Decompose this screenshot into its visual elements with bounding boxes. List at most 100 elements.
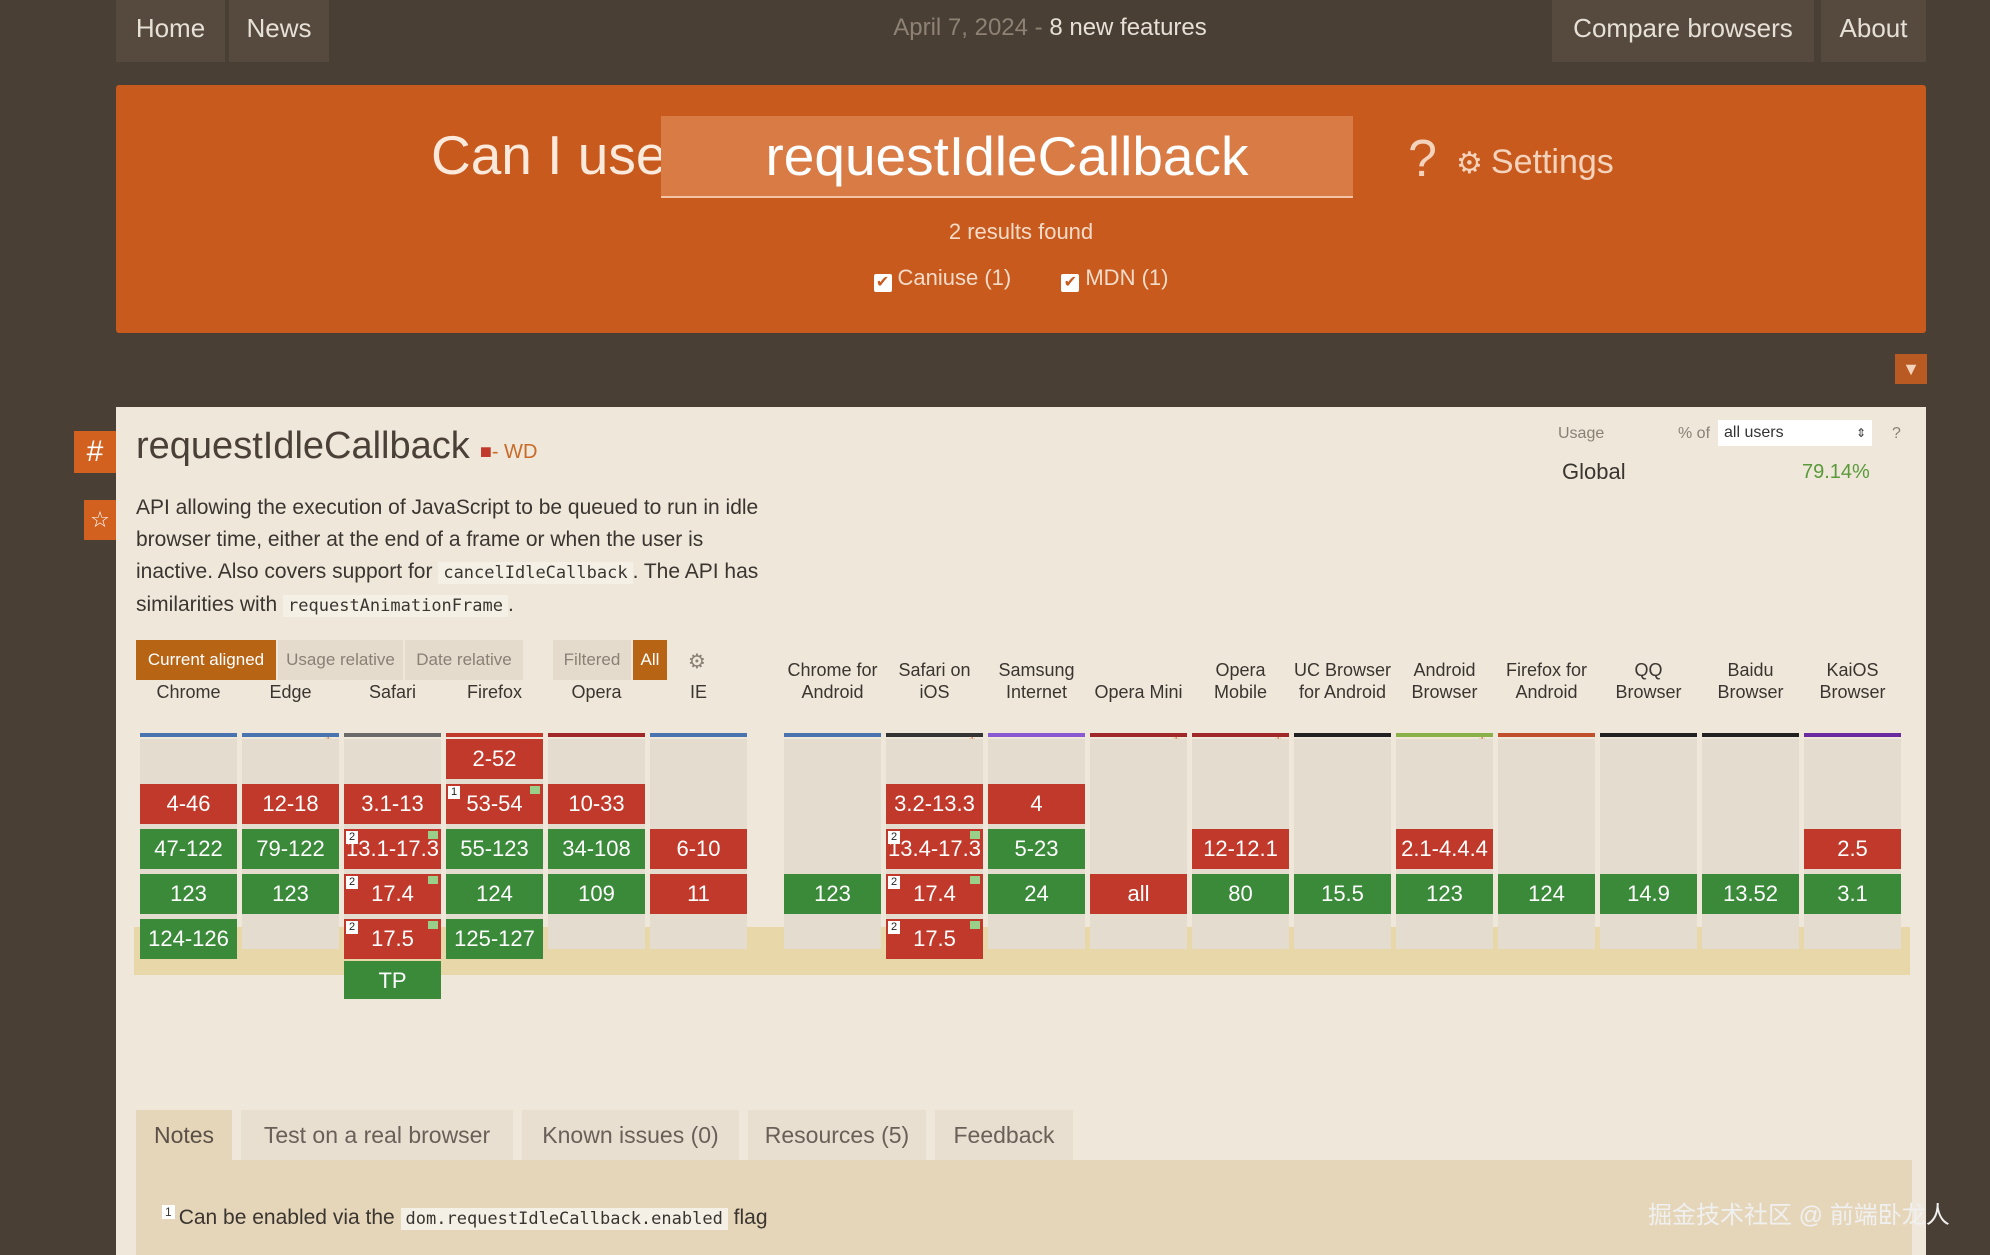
support-cell-unsupported[interactable]: 13.4-17.3 2 xyxy=(886,829,983,869)
browser-name[interactable]: Samsung Internet xyxy=(988,659,1085,703)
browser-name[interactable]: Chrome xyxy=(140,681,237,703)
tab-resources[interactable]: Resources (5) xyxy=(748,1110,926,1160)
support-cell-supported[interactable]: 47-122 xyxy=(140,829,237,869)
filtered-button[interactable]: Filtered xyxy=(553,640,631,680)
usage-label: Usage xyxy=(1558,425,1605,442)
nav-home[interactable]: Home xyxy=(116,0,225,62)
browser-name[interactable]: Android Browser xyxy=(1396,659,1493,703)
spec-status[interactable]: - WD xyxy=(492,441,538,463)
nav-announcement[interactable]: April 7, 2024 - 8 new features xyxy=(700,0,1400,56)
support-cell-supported[interactable]: 24 xyxy=(988,874,1085,914)
support-cell-unsupported[interactable]: 53-54 1 xyxy=(446,784,543,824)
tab-known-issues[interactable]: Known issues (0) xyxy=(522,1110,739,1160)
support-cell-unsupported[interactable]: 13.1-17.3 2 xyxy=(344,829,441,869)
support-cell-unsupported[interactable]: 11 xyxy=(650,874,747,914)
browser-name[interactable]: Safari xyxy=(344,681,441,703)
browser-name[interactable]: Opera Mobile xyxy=(1192,659,1289,703)
support-cell-supported[interactable]: 123 xyxy=(784,874,881,914)
support-cell-supported[interactable]: 14.9 xyxy=(1600,874,1697,914)
tab-notes[interactable]: Notes xyxy=(136,1110,232,1160)
filter-caniuse-checkbox[interactable]: ✔ Caniuse (1) xyxy=(873,265,1011,292)
support-cell-supported[interactable]: 13.52 xyxy=(1702,874,1799,914)
support-cell-unsupported[interactable]: 17.5 2 xyxy=(344,919,441,959)
browser-name[interactable]: UC Browser for Android xyxy=(1294,659,1391,703)
filter-icon[interactable]: ▼ xyxy=(1895,354,1927,384)
current-aligned-button[interactable]: Current aligned xyxy=(136,640,276,680)
support-cell-supported[interactable]: 123 xyxy=(242,874,339,914)
tab-test-real-browser[interactable]: Test on a real browser xyxy=(241,1110,513,1160)
support-cell-supported[interactable]: 123 xyxy=(1396,874,1493,914)
support-cell-unsupported[interactable]: 3.2-13.3 xyxy=(886,784,983,824)
note-number: 1 xyxy=(162,1205,175,1219)
browser-name[interactable]: IE xyxy=(650,681,747,703)
flag-icon xyxy=(428,876,438,884)
usage-relative-button[interactable]: Usage relative xyxy=(278,640,403,680)
browser-color-bar xyxy=(1702,733,1799,737)
browser-name[interactable]: Safari on iOS xyxy=(886,659,983,703)
usage-pct-of: % of xyxy=(1678,425,1711,442)
support-cell-supported[interactable]: TP xyxy=(344,961,441,999)
usage-user-select[interactable]: all users ⇕ xyxy=(1718,420,1872,446)
nav-news[interactable]: News xyxy=(229,0,329,62)
browser-name[interactable]: Firefox for Android xyxy=(1498,659,1595,703)
support-cell-unsupported[interactable]: 2.5 xyxy=(1804,829,1901,869)
browser-name[interactable]: Opera xyxy=(548,681,645,703)
browser-name[interactable]: Baidu Browser xyxy=(1702,659,1799,703)
settings-button[interactable]: ⚙ Settings xyxy=(1456,143,1614,182)
browser-color-bar xyxy=(1396,733,1493,737)
support-cell-unsupported[interactable]: 12-18 xyxy=(242,784,339,824)
support-cell-unsupported[interactable]: 4-46 xyxy=(140,784,237,824)
support-cell-unsupported[interactable]: 2-52 xyxy=(446,739,543,779)
gear-icon[interactable]: ⚙ xyxy=(688,649,706,674)
support-cell-supported[interactable]: 124-126 xyxy=(140,919,237,959)
settings-label: Settings xyxy=(1490,143,1614,181)
nav-compare-browsers[interactable]: Compare browsers xyxy=(1552,0,1814,62)
filter-mdn-checkbox[interactable]: ✔ MDN (1) xyxy=(1061,265,1168,292)
document-icon[interactable]: ■ xyxy=(480,441,492,463)
support-cell-unsupported[interactable]: all xyxy=(1090,874,1187,914)
support-cell-unsupported[interactable]: 17.5 2 xyxy=(886,919,983,959)
support-cell-supported[interactable]: 34-108 xyxy=(548,829,645,869)
feature-description: API allowing the execution of JavaScript… xyxy=(136,492,776,622)
all-button[interactable]: All xyxy=(633,640,667,680)
browser-name[interactable]: QQ Browser xyxy=(1600,659,1697,703)
support-cell-supported[interactable]: 5-23 xyxy=(988,829,1085,869)
support-cell-supported[interactable]: 125-127 xyxy=(446,919,543,959)
hash-link-icon[interactable]: # xyxy=(74,431,116,473)
search-header: Can I use requestIdleCallback ? ⚙ Setting… xyxy=(116,85,1926,333)
support-cell-unsupported[interactable]: 2.1-4.4.4 xyxy=(1396,829,1493,869)
support-cell-supported[interactable]: 55-123 xyxy=(446,829,543,869)
note-post: flag xyxy=(733,1206,768,1229)
note-marker: 2 xyxy=(888,831,900,844)
tab-feedback[interactable]: Feedback xyxy=(935,1110,1073,1160)
support-cell-supported[interactable]: 79-122 xyxy=(242,829,339,869)
support-cell-unsupported[interactable]: 3.1-13 xyxy=(344,784,441,824)
support-cell-supported[interactable]: 124 xyxy=(446,874,543,914)
support-cell-unsupported[interactable]: 10-33 xyxy=(548,784,645,824)
support-cell-unsupported[interactable]: 6-10 xyxy=(650,829,747,869)
browser-name[interactable]: Edge xyxy=(242,681,339,703)
support-cell-supported[interactable]: 123 xyxy=(140,874,237,914)
support-cell-supported[interactable]: 80 xyxy=(1192,874,1289,914)
support-cell-unsupported[interactable]: 12-12.1 xyxy=(1192,829,1289,869)
browser-name[interactable]: Opera Mini xyxy=(1090,681,1187,703)
nav-about[interactable]: About xyxy=(1821,0,1926,62)
support-cell-unsupported[interactable]: 17.4 2 xyxy=(344,874,441,914)
search-input[interactable]: requestIdleCallback xyxy=(661,116,1353,198)
support-cell-unsupported[interactable]: 17.4 2 xyxy=(886,874,983,914)
support-cell-supported[interactable]: 15.5 xyxy=(1294,874,1391,914)
support-cell-supported[interactable]: 124 xyxy=(1498,874,1595,914)
usage-region: Global xyxy=(1562,459,1626,484)
browser-name[interactable]: Chrome for Android xyxy=(784,659,881,703)
usage-help[interactable]: ? xyxy=(1892,425,1901,443)
browser-name[interactable]: Firefox xyxy=(446,681,543,703)
support-cell-supported[interactable]: 109 xyxy=(548,874,645,914)
support-cell-supported[interactable]: 3.1 xyxy=(1804,874,1901,914)
date-relative-button[interactable]: Date relative xyxy=(405,640,523,680)
star-icon[interactable]: ☆ xyxy=(84,500,116,540)
nav-new-features[interactable]: 8 new features xyxy=(1049,14,1206,41)
support-cell-unsupported[interactable]: 4 xyxy=(988,784,1085,824)
top-nav: Home News April 7, 2024 - 8 new features… xyxy=(0,0,1990,62)
search-help[interactable]: ? xyxy=(1408,129,1437,189)
browser-name[interactable]: KaiOS Browser xyxy=(1804,659,1901,703)
